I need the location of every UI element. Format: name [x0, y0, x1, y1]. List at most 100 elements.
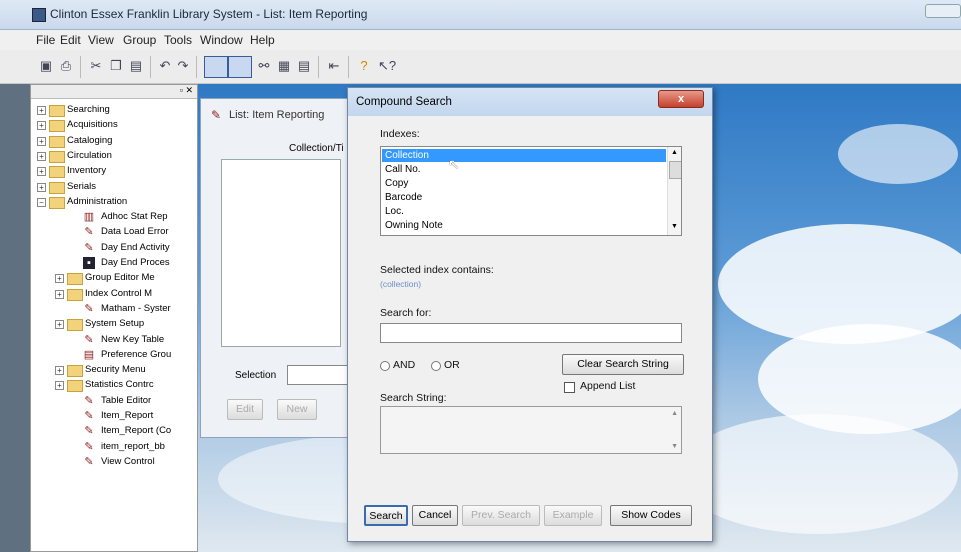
tree-item-label: Inventory — [67, 165, 107, 177]
expand-icon[interactable]: + — [55, 381, 64, 391]
expand-icon[interactable]: + — [37, 106, 46, 115]
tree-item-label: Day End Proces — [101, 257, 170, 268]
tree-item-label: Adhoc Stat Rep — [101, 211, 168, 223]
index-option[interactable]: Call No. — [382, 163, 666, 176]
scroll-down-icon[interactable]: ▼ — [671, 443, 678, 450]
cancel-button[interactable]: Cancel — [412, 505, 458, 526]
grid-icon[interactable]: ▦ — [276, 58, 292, 74]
close-button[interactable]: x — [658, 90, 704, 108]
list-window-title: List: Item Reporting — [229, 109, 325, 121]
indexes-listbox[interactable]: Collection Call No. Copy Barcode Loc. Ow… — [380, 146, 682, 236]
index-option[interactable]: Collection — [382, 149, 666, 162]
report-icon: ✎ — [84, 226, 94, 239]
folder-icon — [67, 288, 83, 301]
left-strip — [0, 84, 30, 552]
scroll-up-icon[interactable]: ▲ — [671, 410, 678, 417]
tree-item-label: Group Editor Me — [85, 272, 155, 284]
tree-item-label: Security Menu — [85, 364, 146, 376]
scroll-down-icon[interactable]: ▼ — [671, 223, 678, 230]
or-radio[interactable] — [431, 361, 441, 371]
print-icon[interactable]: ⎙ — [58, 58, 74, 74]
report-icon: ▤ — [83, 348, 95, 361]
split-window-icon[interactable] — [228, 56, 252, 78]
search-button[interactable]: Search — [364, 505, 408, 526]
edit-button[interactable]: Edit — [227, 399, 263, 420]
folder-icon — [67, 319, 83, 332]
window-controls[interactable] — [925, 4, 961, 18]
tree-item-label: Searching — [67, 104, 110, 115]
window-icon[interactable] — [204, 56, 228, 78]
menu-view[interactable]: View — [88, 33, 114, 47]
append-list-checkbox[interactable] — [564, 382, 575, 393]
search-string-textarea[interactable]: ▲ ▼ — [380, 406, 682, 454]
mouse-cursor-icon: ↖ — [448, 156, 460, 172]
folder-icon — [49, 150, 65, 163]
menu-bar: File Edit View Group Tools Window Help — [0, 30, 961, 50]
index-option[interactable]: Loc. — [382, 205, 666, 218]
window-title: Clinton Essex Franklin Library System - … — [50, 7, 368, 21]
example-button[interactable]: Example — [544, 505, 602, 526]
report-icon: ✎ — [84, 425, 94, 438]
undo-icon[interactable]: ↶ — [157, 58, 173, 74]
tree-header: ▫ ✕ — [31, 85, 197, 99]
prev-search-button[interactable]: Prev. Search — [462, 505, 540, 526]
tree-item-label: item_report_bb — [101, 440, 165, 452]
menu-window[interactable]: Window — [200, 33, 243, 47]
folder-icon — [67, 365, 83, 378]
paste-icon[interactable]: ▤ — [128, 58, 144, 74]
indexes-scrollbar[interactable]: ▲ ▼ — [667, 147, 681, 235]
folder-icon — [49, 120, 65, 133]
expand-icon[interactable]: + — [37, 151, 46, 161]
link-icon[interactable]: ⚯ — [256, 58, 272, 74]
or-label: OR — [444, 359, 460, 371]
back-icon[interactable]: ⇤ — [326, 58, 342, 74]
new-button[interactable]: New — [277, 399, 317, 420]
index-option[interactable]: Copy — [382, 177, 666, 190]
column-header[interactable]: Collection/Ti — [289, 143, 344, 154]
menu-file[interactable]: File — [36, 33, 55, 47]
tree-item-label: Data Load Error — [101, 226, 169, 238]
tree-item-label: Acquisitions — [67, 119, 118, 131]
tree-item-label: View Control — [101, 455, 155, 467]
expand-icon[interactable]: + — [37, 182, 46, 192]
menu-help[interactable]: Help — [250, 33, 275, 47]
menu-edit[interactable]: Edit — [60, 33, 81, 47]
report-icon: ✎ — [84, 302, 94, 315]
folder-icon — [67, 273, 83, 286]
index-option[interactable]: Owning Note — [382, 219, 666, 232]
expand-icon[interactable]: + — [37, 167, 46, 177]
redo-icon[interactable]: ↷ — [175, 58, 191, 74]
menu-group[interactable]: Group — [123, 33, 156, 47]
cut-icon[interactable]: ✂ — [88, 58, 104, 74]
folder-icon — [67, 380, 83, 393]
selected-index-label: Selected index contains: — [380, 264, 494, 276]
and-radio[interactable] — [380, 361, 390, 371]
expand-icon[interactable]: + — [55, 274, 64, 284]
tree-item-label: Day End Activity — [101, 241, 170, 253]
results-list[interactable] — [221, 159, 341, 347]
show-codes-button[interactable]: Show Codes — [610, 505, 692, 526]
menu-tools[interactable]: Tools — [164, 33, 192, 47]
copy-icon[interactable]: ❐ — [108, 58, 124, 74]
expand-icon[interactable]: + — [55, 289, 64, 299]
form-icon[interactable]: ▤ — [296, 58, 312, 74]
expand-icon[interactable]: + — [37, 136, 46, 146]
scroll-thumb[interactable] — [669, 161, 681, 179]
clear-search-string-button[interactable]: Clear Search String — [562, 354, 684, 375]
index-option[interactable]: Barcode — [382, 191, 666, 204]
context-help-icon[interactable]: ↖? — [378, 58, 396, 74]
save-icon[interactable]: ▣ — [38, 58, 54, 74]
search-for-input[interactable] — [380, 323, 682, 343]
collapse-icon[interactable]: − — [37, 197, 46, 207]
indexes-label: Indexes: — [380, 128, 420, 140]
scroll-up-icon[interactable]: ▲ — [671, 149, 678, 156]
expand-icon[interactable]: + — [55, 320, 64, 330]
tree-close-icon[interactable]: ▫ ✕ — [180, 85, 193, 96]
help-icon[interactable]: ? — [356, 58, 372, 74]
report-icon: ✎ — [84, 410, 94, 422]
folder-icon — [49, 196, 65, 209]
list-window: ✎ List: Item Reporting Collection/Ti Sel… — [200, 98, 360, 438]
expand-icon[interactable]: + — [37, 121, 46, 131]
expand-icon[interactable]: + — [55, 366, 64, 376]
search-for-label: Search for: — [380, 307, 432, 319]
